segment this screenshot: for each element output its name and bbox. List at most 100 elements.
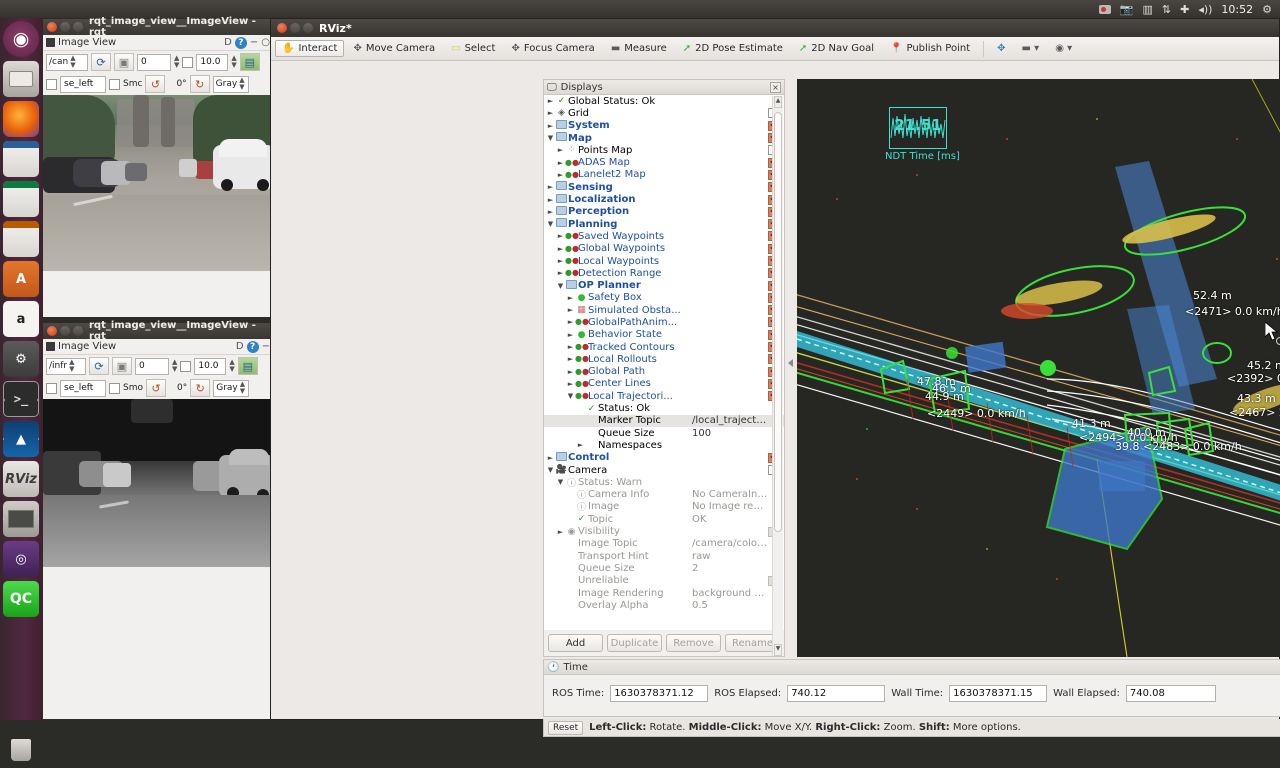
refresh-icon[interactable]: ⟳	[91, 53, 111, 71]
chevron-right-icon[interactable]: ►	[576, 441, 585, 449]
chevron-right-icon[interactable]: ►	[546, 196, 555, 204]
publish-icon[interactable]: ▤	[239, 53, 260, 71]
chevron-right-icon[interactable]: ►	[556, 245, 565, 253]
display-row-detection-range[interactable]: ► ●● Detection Range	[544, 266, 784, 279]
maximize-icon[interactable]	[73, 22, 83, 32]
close-panel-icon[interactable]: ○	[261, 37, 270, 48]
display-row-unreliable[interactable]: Unreliable	[544, 575, 784, 587]
measure-tool[interactable]: ▬ Measure	[604, 40, 674, 57]
ros-elapsed-field[interactable]: 740.12	[787, 685, 886, 702]
move-icon[interactable]: ✥	[990, 40, 1012, 57]
trash-icon[interactable]	[3, 732, 39, 768]
close-icon[interactable]	[47, 326, 57, 336]
chevron-right-icon[interactable]: ►	[566, 355, 575, 363]
volume-icon[interactable]: ◂))	[1198, 4, 1212, 15]
scrollbar-thumb[interactable]	[774, 112, 782, 532]
reset-button[interactable]: Reset	[548, 720, 584, 735]
remove-display-button[interactable]: Remove	[666, 634, 721, 652]
rotate-icon[interactable]: ↺	[146, 379, 166, 397]
screen-record-icon[interactable]	[1098, 4, 1111, 14]
display-row-transport-hint[interactable]: Transport Hint raw	[544, 550, 784, 562]
display-row-sensing[interactable]: ► Sensing	[544, 180, 784, 193]
ubuntu-software-icon[interactable]: A	[3, 261, 39, 297]
display-row-namespaces[interactable]: ► Namespaces	[544, 439, 784, 451]
display-row-image-topic[interactable]: Image Topic/camera/color/...	[544, 538, 784, 550]
display-row-center-lines[interactable]: ► ●● Center Lines	[544, 377, 784, 390]
display-row-op-planner[interactable]: ▼ OP Planner	[544, 279, 784, 291]
scroll-up-icon[interactable]: ▲	[774, 96, 782, 108]
chevron-right-icon[interactable]: ►	[556, 257, 565, 265]
chevron-down-icon[interactable]: ▼	[546, 134, 555, 142]
close-icon[interactable]: ×	[770, 81, 781, 93]
terminal-icon[interactable]: >_	[3, 381, 39, 417]
wall-time-field[interactable]: 1630378371.15	[949, 685, 1048, 702]
frame-number-input[interactable]: 0	[135, 357, 169, 375]
chevron-right-icon[interactable]: ►	[566, 343, 575, 351]
firefox-icon[interactable]	[3, 101, 39, 137]
chevron-right-icon[interactable]: ►	[566, 380, 575, 388]
minimize-icon[interactable]	[290, 23, 300, 33]
mouse-left-checkbox[interactable]	[46, 382, 57, 394]
eye-dropdown-icon[interactable]: ◉ ▾	[1048, 40, 1079, 57]
display-row-local-trajectori[interactable]: ▼ ●● Local Trajectori...	[544, 389, 784, 402]
display-row-camera-info[interactable]: ⓘ Camera Info No CameraInfo...	[544, 489, 784, 501]
display-row-image[interactable]: ⓘImage No Image recei...	[544, 501, 784, 513]
mouse-left-checkbox[interactable]	[46, 78, 57, 90]
display-row-image-rendering[interactable]: Image Rendering background an...	[544, 587, 784, 599]
close-icon[interactable]	[47, 22, 57, 32]
display-row-lanelet2-map[interactable]: ► ●● Lanelet2 Map	[544, 168, 784, 181]
amazon-icon[interactable]: a	[3, 301, 39, 337]
ros-time-field[interactable]: 1630378371.12	[610, 685, 709, 702]
chevron-down-icon[interactable]: ▼	[556, 282, 565, 290]
minus-dropdown-icon[interactable]: ▬ ▾	[1015, 40, 1047, 57]
qc-icon[interactable]: QC	[3, 581, 39, 617]
libreoffice-writer-icon[interactable]	[3, 141, 39, 177]
display-row-queue-size[interactable]: Queue Size 100	[544, 427, 784, 439]
display-row-system[interactable]: ► System	[544, 119, 784, 132]
audio-mixer-icon[interactable]: ◎	[3, 541, 39, 577]
display-row-planning[interactable]: ▼ Planning	[544, 217, 784, 230]
chevron-right-icon[interactable]: ►	[546, 454, 555, 462]
chevron-right-icon[interactable]: ►	[546, 109, 555, 117]
chevron-right-icon[interactable]: ►	[546, 183, 555, 191]
smooth-checkbox[interactable]	[109, 78, 120, 90]
display-row-saved-waypoints[interactable]: ► ●● Saved Waypoints	[544, 229, 784, 242]
colormap-combo[interactable]: Gray ▲ ▼	[212, 75, 249, 93]
display-row-localization[interactable]: ► Localization	[544, 193, 784, 205]
pose-estimate-tool[interactable]: ➚ 2D Pose Estimate	[676, 40, 790, 57]
libreoffice-impress-icon[interactable]	[3, 221, 39, 257]
focus-camera-tool[interactable]: ✥ Focus Camera	[504, 40, 601, 57]
rviz-icon[interactable]: RViz	[3, 461, 39, 497]
duplicate-display-button[interactable]: Duplicate	[607, 634, 662, 652]
scroll-down-icon[interactable]: ▼	[774, 644, 782, 656]
display-row-tracked-contours[interactable]: ► ●● Tracked Contours	[544, 340, 784, 353]
display-row-marker-topic[interactable]: Marker Topic/local_trajecto...	[544, 414, 784, 428]
help-icon[interactable]: ?	[234, 36, 247, 49]
power-gear-icon[interactable]: ⚙	[1262, 4, 1272, 15]
chevron-right-icon[interactable]: ►	[546, 208, 555, 216]
chevron-right-icon[interactable]: ►	[556, 528, 565, 536]
display-row-queue-size[interactable]: Queue Size 2	[544, 562, 784, 574]
minimize-icon[interactable]	[60, 22, 70, 32]
chevron-right-icon[interactable]: ►	[556, 171, 565, 179]
wall-elapsed-field[interactable]: 740.08	[1125, 685, 1216, 702]
chevron-down-icon[interactable]: ▼	[566, 392, 575, 400]
smooth-checkbox[interactable]	[109, 382, 120, 394]
rotate-ccw-icon[interactable]: ↻	[190, 379, 211, 397]
displays-tree[interactable]: ►✓Global Status: Ok►◈Grid►System▼Map►⁘Po…	[544, 95, 784, 630]
undock-icon[interactable]: −	[250, 37, 258, 48]
display-row-adas-map[interactable]: ► ●● ADAS Map	[544, 156, 784, 168]
chevron-right-icon[interactable]: ►	[566, 368, 575, 376]
libreoffice-calc-icon[interactable]	[3, 181, 39, 217]
close-icon[interactable]	[277, 23, 287, 33]
network-icon[interactable]: ⇅	[1162, 4, 1171, 15]
rotate-ccw-icon[interactable]: ↻	[189, 75, 210, 93]
topic-combo[interactable]: /infr ▲ ▼	[46, 357, 86, 375]
nav-goal-tool[interactable]: ➚ 2D Nav Goal	[792, 40, 881, 57]
frame-number-input[interactable]: 0	[137, 53, 171, 71]
chevron-down-icon[interactable]: ▼	[556, 478, 565, 486]
chevron-right-icon[interactable]: ►	[566, 294, 575, 302]
display-row-status-ok[interactable]: ✓ Status: Ok	[544, 402, 784, 414]
help-icon[interactable]: ?	[246, 340, 259, 353]
display-row-simulated-obsta[interactable]: ► ▦ Simulated Obsta...	[544, 303, 784, 316]
